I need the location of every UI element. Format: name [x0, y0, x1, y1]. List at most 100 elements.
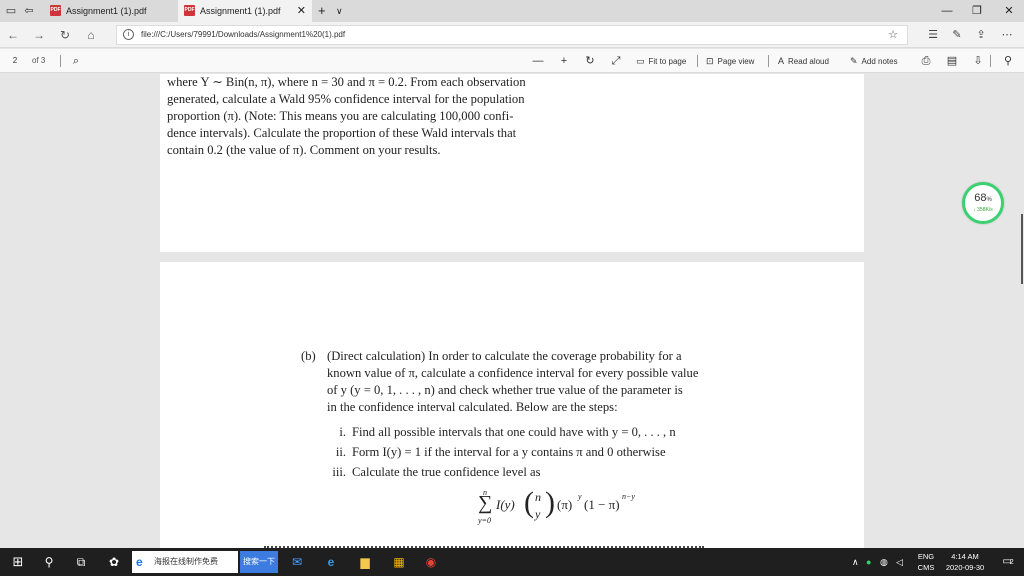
formula-one-minus-pi: (1 − π) [584, 497, 620, 512]
save-icon[interactable]: ▤ [944, 52, 960, 70]
forward-arrow-icon[interactable]: → [30, 26, 48, 44]
text-line: in the confidence interval calculated. B… [327, 400, 618, 414]
tray-app-icon[interactable]: ● [866, 548, 871, 576]
fit-page-icon: ▭ [636, 56, 645, 66]
binomial-top: n [535, 490, 541, 504]
rotate-icon[interactable]: ↻ [582, 52, 598, 70]
favorites-list-icon[interactable]: ☰ [924, 26, 942, 44]
file-explorer-icon[interactable]: ▆ [352, 548, 378, 576]
text-line: (Direct calculation) In order to calcula… [327, 349, 682, 363]
percent-unit: % [986, 197, 992, 203]
search-icon[interactable]: ⌕ [68, 52, 84, 70]
pdf-document-area[interactable]: where Y ∼ Bin(n, π), where n = 30 and π … [0, 74, 1024, 548]
info-icon[interactable]: i [123, 29, 134, 40]
pen-icon: ✎ [850, 56, 858, 66]
formula-exponent-n-minus-y: n−y [622, 492, 635, 501]
tab-assignment-active[interactable]: PDF Assignment1 (1).pdf ✕ [178, 0, 312, 22]
tab-list-chevron-icon[interactable]: ∨ [336, 0, 343, 22]
app-icon[interactable]: ✿ [102, 548, 126, 576]
fullscreen-icon[interactable]: ⤢ [608, 52, 624, 70]
close-tab-icon[interactable]: ✕ [297, 0, 306, 22]
binomial-left-paren: ( [524, 486, 534, 519]
text-line: of y (y = 0, 1, . . . , n) and check whe… [327, 383, 683, 397]
minimize-button[interactable]: — [932, 0, 962, 22]
windows-start-icon[interactable]: ⊞ [6, 548, 30, 576]
tab-actions-icon[interactable]: ▭ [4, 4, 18, 18]
page-number-input[interactable]: 2 [4, 53, 26, 69]
divider [697, 55, 698, 67]
read-aloud-icon: A [778, 56, 785, 66]
system-clock[interactable]: 4:14 AM 2020-09-30 [940, 551, 990, 573]
indicator-function: I(y) [496, 497, 515, 512]
input-language[interactable]: ENG CMS [912, 551, 940, 573]
address-bar-row: ← → ↻ ⌂ i file:///C:/Users/79991/Downloa… [0, 22, 1024, 48]
task-view-icon[interactable]: ⧉ [70, 548, 92, 576]
volume-icon[interactable]: ◁ [896, 548, 903, 576]
share-icon[interactable]: ⇪ [972, 26, 990, 44]
close-window-button[interactable]: ✕ [994, 0, 1024, 22]
read-aloud-button[interactable]: A Read aloud [778, 52, 829, 70]
zoom-out-button[interactable]: — [530, 52, 546, 70]
list-item: i. Find all possible intervals that one c… [326, 424, 676, 441]
coverage-formula: n ∑ y=0 I(y) ( n y ) (π) y (1 − π) n−y [474, 486, 654, 534]
more-icon[interactable]: ⋯ [998, 26, 1016, 44]
download-speed: ↓ 358K/s [973, 207, 993, 213]
new-tab-button[interactable]: + [318, 0, 326, 22]
chrome-icon[interactable]: ◉ [418, 548, 444, 576]
network-speed-widget[interactable]: 68% ↓ 358K/s [962, 182, 1004, 224]
fit-to-page-label: Fit to page [648, 57, 687, 66]
search-button[interactable]: 搜索一下 [240, 551, 278, 573]
percent-readout: 68% [965, 192, 1001, 204]
notification-count: 2 [1009, 559, 1014, 566]
back-arrow-icon[interactable]: ← [4, 26, 22, 44]
page1-paragraph: where Y ∼ Bin(n, π), where n = 30 and π … [167, 74, 601, 159]
network-icon[interactable]: ◍ [880, 548, 888, 576]
fit-to-page-button[interactable]: ▭ Fit to page [636, 52, 686, 70]
clock-date: 2020-09-30 [945, 563, 985, 572]
clock-time: 4:14 AM [951, 552, 979, 561]
list-item: iii. Calculate the true confidence level … [326, 464, 540, 481]
search-icon[interactable]: ⚲ [38, 548, 60, 576]
step-number: ii. [335, 445, 346, 459]
page-view-button[interactable]: ⊡ Page view [706, 52, 754, 70]
tab-back-icon[interactable]: ⇦ [22, 4, 36, 18]
binomial-bottom: y [535, 507, 541, 521]
edge-icon: e [136, 555, 143, 569]
refresh-icon[interactable]: ↻ [56, 26, 74, 44]
web-search-box[interactable]: e 海报在线制作免费 [132, 551, 238, 573]
text-line: where Y ∼ Bin(n, π), where n = 30 and π … [167, 75, 526, 89]
step-text: Form I(y) = 1 if the interval for a y co… [352, 445, 666, 459]
print-icon[interactable]: ⎙ [918, 52, 934, 70]
divider [990, 55, 991, 67]
page-view-icon: ⊡ [706, 56, 714, 66]
step-text: Find all possible intervals that one cou… [352, 425, 676, 439]
notifications-button[interactable]: ▭2 [996, 548, 1020, 576]
tab-assignment-inactive[interactable]: PDF Assignment1 (1).pdf [44, 0, 170, 22]
text-line: proportion (π). (Note: This means you ar… [167, 109, 514, 123]
zoom-in-button[interactable]: + [556, 52, 572, 70]
mail-icon[interactable]: ✉ [284, 548, 310, 576]
favorite-star-icon[interactable]: ☆ [884, 26, 902, 44]
step-number: i. [339, 425, 346, 439]
save-as-icon[interactable]: ⇩ [970, 52, 986, 70]
text-line: known value of π, calculate a confidence… [327, 366, 699, 380]
vertical-scrollbar[interactable] [1021, 214, 1023, 284]
ime-mode: CMS [917, 563, 935, 572]
tray-chevron-icon[interactable]: ∧ [852, 548, 859, 576]
add-notes-button[interactable]: ✎ Add notes [850, 52, 898, 70]
percent-value: 68 [974, 192, 987, 204]
address-field[interactable]: i file:///C:/Users/79991/Downloads/Assig… [116, 25, 908, 45]
home-icon[interactable]: ⌂ [82, 26, 100, 44]
list-item: ii. Form I(y) = 1 if the interval for a y… [326, 444, 666, 461]
language-code: ENG [917, 552, 935, 561]
edge-browser-icon[interactable]: e [318, 548, 344, 576]
step-text: Calculate the true confidence level as [352, 465, 541, 479]
read-aloud-label: Read aloud [788, 57, 829, 66]
address-text: file:///C:/Users/79991/Downloads/Assignm… [141, 30, 346, 39]
divider [60, 55, 61, 67]
restore-button[interactable]: ❐ [962, 0, 992, 22]
pen-icon[interactable]: ✎ [948, 26, 966, 44]
store-icon[interactable]: ▦ [386, 548, 412, 576]
pin-toolbar-icon[interactable]: ⚲ [1000, 52, 1016, 70]
tab-label: Assignment1 (1).pdf [66, 6, 147, 16]
